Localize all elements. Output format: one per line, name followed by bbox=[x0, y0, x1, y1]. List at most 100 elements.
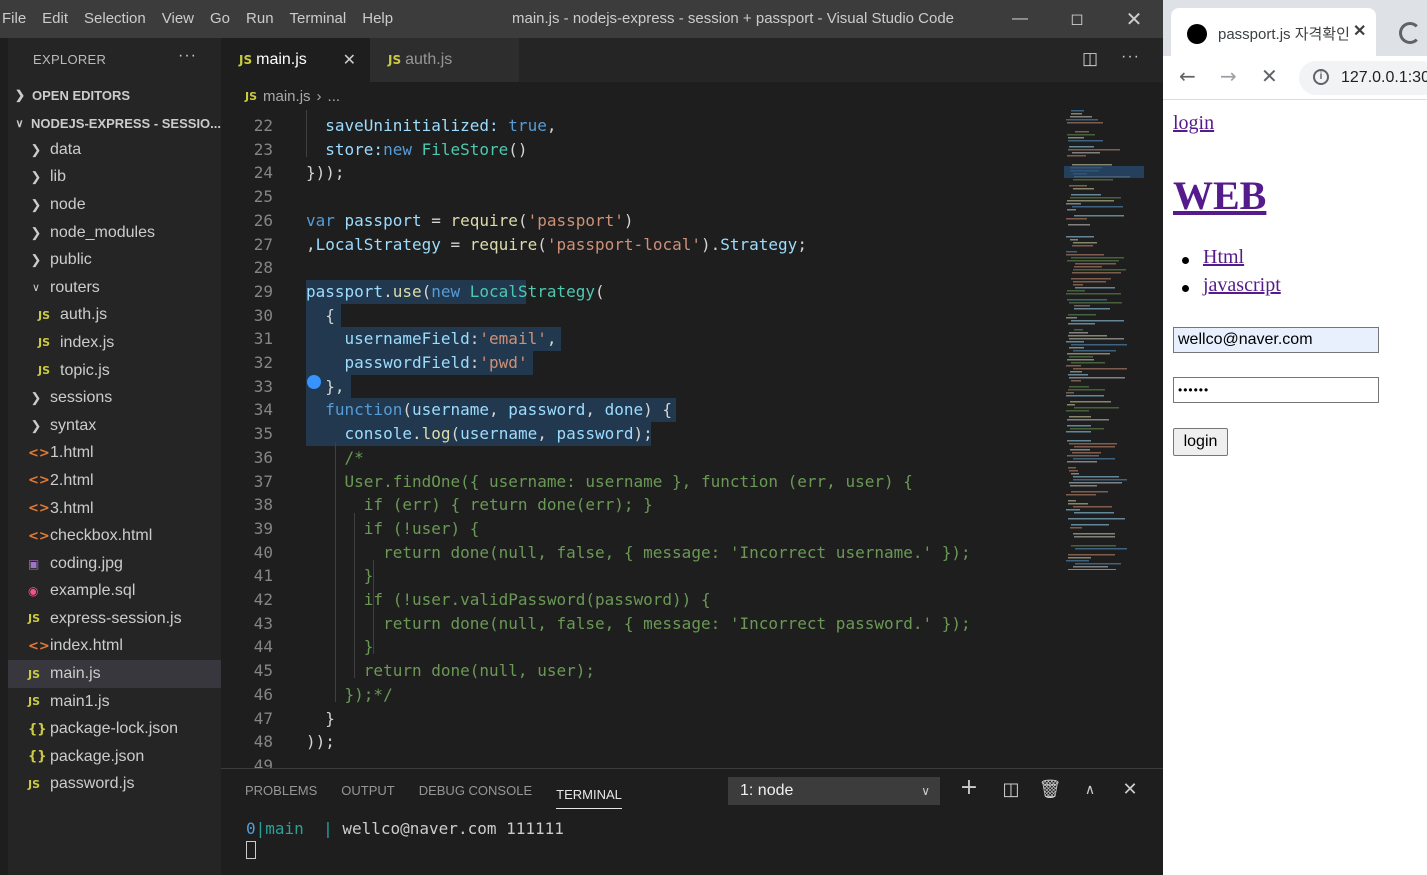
tree-item-password-js[interactable]: JS password.js bbox=[8, 771, 221, 799]
minimap-line bbox=[1073, 284, 1083, 286]
breadcrumb-file[interactable]: main.js bbox=[263, 88, 311, 105]
tree-item-node[interactable]: ❯ node bbox=[8, 191, 221, 219]
tree-item-lib[interactable]: ❯ lib bbox=[8, 164, 221, 192]
project-section[interactable]: ∨ NODEJS-EXPRESS - SESSIO... bbox=[8, 110, 221, 136]
tree-item-2-html[interactable]: <> 2.html bbox=[8, 467, 221, 495]
close-icon[interactable]: ✕ bbox=[343, 50, 356, 70]
tree-item-index-html[interactable]: <> index.html bbox=[8, 633, 221, 661]
tab-auth-js[interactable]: JS auth.js bbox=[370, 38, 519, 82]
tree-item-package-json[interactable]: {} package.json bbox=[8, 743, 221, 771]
close-panel-icon[interactable]: ✕ bbox=[1118, 779, 1142, 800]
terminal-select[interactable]: 1: node ∨ bbox=[728, 777, 940, 805]
login-button[interactable]: login bbox=[1173, 428, 1228, 456]
tree-item-checkbox-html[interactable]: <> checkbox.html bbox=[8, 522, 221, 550]
code-editor[interactable]: 22 saveUninitialized: true, 23 store:new … bbox=[221, 110, 1163, 768]
close-icon[interactable]: ✕ bbox=[1353, 21, 1366, 41]
menu-item-go[interactable]: Go bbox=[202, 0, 238, 38]
tree-item-label: public bbox=[50, 251, 92, 269]
tree-item-routers[interactable]: ∨ routers bbox=[8, 274, 221, 302]
minimap[interactable] bbox=[1064, 110, 1149, 570]
minimap-line bbox=[1070, 428, 1104, 430]
panel-tab-terminal[interactable]: TERMINAL bbox=[556, 773, 622, 809]
stop-icon[interactable]: ✕ bbox=[1261, 64, 1278, 88]
minimap-line bbox=[1073, 566, 1108, 568]
email-field[interactable]: wellco@naver.com bbox=[1173, 327, 1379, 353]
terminal-output[interactable]: 0|main | wellco@naver.com 111111 bbox=[246, 818, 564, 840]
split-terminal-icon[interactable]: ◫ bbox=[999, 779, 1023, 800]
panel-tab-output[interactable]: OUTPUT bbox=[341, 769, 394, 813]
minimap-line bbox=[1070, 239, 1078, 241]
menu-item-run[interactable]: Run bbox=[238, 0, 282, 38]
forward-icon[interactable]: → bbox=[1220, 64, 1237, 88]
tree-item-index-js[interactable]: JS index.js bbox=[8, 329, 221, 357]
code-token: () bbox=[508, 139, 528, 159]
tree-item-label: sessions bbox=[50, 389, 113, 407]
minimap-line bbox=[1066, 254, 1104, 256]
tree-item-3-html[interactable]: <> 3.html bbox=[8, 495, 221, 523]
info-icon[interactable]: i bbox=[1313, 69, 1329, 85]
minimap-line bbox=[1073, 281, 1106, 283]
open-editors-section[interactable]: ❯ OPEN EDITORS bbox=[8, 82, 221, 108]
panel-tab-problems[interactable]: PROBLEMS bbox=[245, 769, 317, 813]
password-field[interactable]: •••••• bbox=[1173, 377, 1379, 403]
new-terminal-icon[interactable]: + bbox=[957, 775, 981, 800]
tree-item-topic-js[interactable]: JS topic.js bbox=[8, 357, 221, 385]
menu-item-selection[interactable]: Selection bbox=[76, 0, 154, 38]
minimap-line bbox=[1073, 368, 1127, 370]
tab-main-js[interactable]: JS main.js ✕ bbox=[221, 38, 370, 82]
tree-item-auth-js[interactable]: JS auth.js bbox=[8, 302, 221, 330]
tree-item-main1-js[interactable]: JS main1.js bbox=[8, 688, 221, 716]
tree-item-1-html[interactable]: <> 1.html bbox=[8, 440, 221, 468]
code-token: if (err) { return done(err); } bbox=[306, 495, 653, 515]
breadcrumb-symbol[interactable]: ... bbox=[328, 88, 341, 105]
tree-item-public[interactable]: ❯ public bbox=[8, 246, 221, 274]
tree-item-main-js[interactable]: JS main.js bbox=[8, 660, 221, 688]
tree-item-coding-jpg[interactable]: ▣ coding.jpg bbox=[8, 550, 221, 578]
line-number: 23 bbox=[253, 139, 273, 159]
chevron-right-icon: ❯ bbox=[30, 417, 42, 433]
panel-tab-debug-console[interactable]: DEBUG CONSOLE bbox=[419, 769, 532, 813]
tree-item-sessions[interactable]: ❯ sessions bbox=[8, 384, 221, 412]
menu-item-terminal[interactable]: Terminal bbox=[282, 0, 355, 38]
code-text: User.findOne({ username: username }, fun… bbox=[306, 470, 913, 494]
tree-item-syntax[interactable]: ❯ syntax bbox=[8, 412, 221, 440]
minimap-line bbox=[1067, 209, 1076, 211]
login-link[interactable]: login bbox=[1173, 112, 1214, 135]
minimap-line bbox=[1066, 365, 1081, 367]
web-heading-link[interactable]: WEB bbox=[1173, 172, 1266, 219]
menu-item-edit[interactable]: Edit bbox=[34, 0, 76, 38]
javascript-link[interactable]: javascript bbox=[1203, 274, 1281, 296]
minimap-line bbox=[1074, 329, 1083, 331]
code-line: 41 } bbox=[221, 564, 1063, 588]
tree-item-data[interactable]: ❯ data bbox=[8, 136, 221, 164]
menu-item-help[interactable]: Help bbox=[354, 0, 401, 38]
html-link[interactable]: Html bbox=[1203, 246, 1244, 268]
back-icon[interactable]: ← bbox=[1179, 64, 1196, 88]
more-actions-icon[interactable]: ··· bbox=[178, 47, 197, 65]
line-number: 28 bbox=[253, 258, 273, 278]
split-editor-icon[interactable]: ◫ bbox=[1082, 49, 1098, 69]
maximize-panel-icon[interactable]: ∧ bbox=[1078, 782, 1102, 798]
minimize-button[interactable]: — bbox=[1000, 0, 1040, 38]
maximize-button[interactable]: ◻ bbox=[1057, 0, 1097, 38]
code-line: 28 bbox=[221, 256, 1063, 280]
title-bar: File Edit Selection View Go Run Terminal Help m… bbox=[0, 0, 1163, 38]
line-number: 42 bbox=[253, 590, 273, 609]
menu-item-file[interactable]: File bbox=[0, 0, 34, 38]
address-bar[interactable]: i 127.0.0.1:30 bbox=[1299, 61, 1427, 95]
minimap-line bbox=[1066, 203, 1081, 205]
close-window-button[interactable]: ✕ bbox=[1114, 0, 1154, 38]
tree-item-express-session-js[interactable]: JS express-session.js bbox=[8, 605, 221, 633]
lightbulb-icon[interactable] bbox=[307, 375, 321, 389]
more-actions-icon[interactable]: ··· bbox=[1121, 48, 1140, 66]
tree-item-label: package.json bbox=[50, 747, 145, 765]
tree-item-node-modules[interactable]: ❯ node_modules bbox=[8, 219, 221, 247]
browser-tab[interactable]: passport.js 자격확인 ✕ bbox=[1171, 8, 1376, 56]
tree-item-package-lock-json[interactable]: {} package-lock.json bbox=[8, 715, 221, 743]
tree-item-example-sql[interactable]: ◉ example.sql bbox=[8, 578, 221, 606]
code-text: ,LocalStrategy = require('passport-local… bbox=[306, 233, 807, 257]
menu-item-view[interactable]: View bbox=[154, 0, 202, 38]
terminal-log: wellco@naver.com 111111 bbox=[342, 819, 564, 838]
minimap-line bbox=[1071, 194, 1101, 196]
trash-icon[interactable]: 🗑 bbox=[1038, 779, 1062, 800]
